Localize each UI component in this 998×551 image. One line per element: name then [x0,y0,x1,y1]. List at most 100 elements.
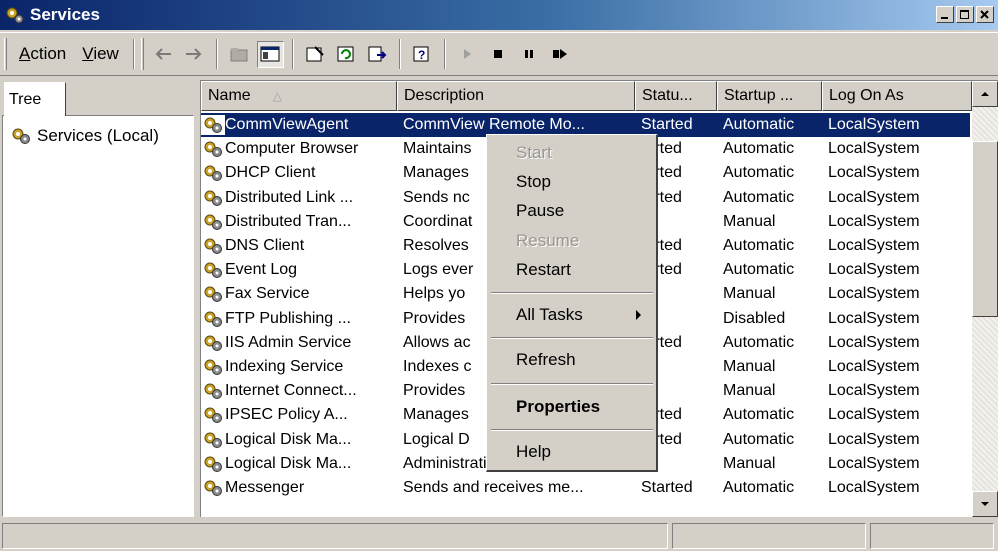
service-log-on-as: LocalSystem [822,113,970,138]
close-button[interactable] [976,6,994,23]
properties-icon[interactable] [302,41,329,68]
service-description: Sends and receives me... [403,478,584,496]
service-startup-type: Automatic [723,430,795,448]
menu-view[interactable]: View [74,40,127,68]
sort-arrow-icon: △ [272,89,282,103]
service-name: DNS Client [201,234,397,258]
service-startup-type: Automatic [723,237,795,255]
show-hide-tree-icon[interactable] [256,40,284,68]
restart-service-icon[interactable] [547,41,574,68]
service-name: IIS Admin Service [201,331,397,355]
service-startup-type: Automatic [723,164,795,182]
menu-item-stop[interactable]: Stop [487,168,655,196]
service-name: Indexing Service [201,355,397,379]
service-name: FTP Publishing ... [201,307,397,331]
column-header-name[interactable]: Name △ [201,81,397,111]
service-gear-icon [201,429,225,450]
window-title: Services [30,5,100,24]
menu-item-pause[interactable]: Pause [487,197,655,225]
service-name: Messenger [201,476,397,500]
context-menu: Start Stop Pause Resume Restart All Task… [486,134,658,472]
status-bar [0,519,998,551]
service-gear-icon [201,187,225,208]
service-log-on-as: LocalSystem [828,285,920,303]
menu-item-resume[interactable]: Resume [487,227,655,255]
service-gear-icon [201,477,225,498]
service-log-on-as: LocalSystem [828,478,920,496]
service-name: Logical Disk Ma... [201,428,397,452]
service-startup-type: Automatic [723,261,795,279]
service-startup-type: Automatic [723,406,795,424]
service-startup-type: Manual [723,212,776,230]
service-name: Internet Connect... [201,379,397,403]
service-log-on-as: LocalSystem [828,309,920,327]
service-name: Distributed Link ... [201,186,397,210]
service-startup-type: Automatic [723,478,795,496]
service-log-on-as: LocalSystem [828,164,920,182]
menu-item-refresh[interactable]: Refresh [487,346,655,374]
back-arrow-icon[interactable] [150,41,177,68]
toolbar-separator [398,39,401,69]
column-header-startup-type[interactable]: Startup ... [717,81,822,111]
menu-item-properties[interactable]: Properties [487,393,655,421]
service-name: Event Log [201,258,397,282]
forward-arrow-icon[interactable] [181,41,208,68]
service-name: IPSEC Policy A... [201,403,397,427]
toolbar-grip[interactable] [140,38,144,70]
service-log-on-as: LocalSystem [828,261,920,279]
table-row[interactable]: Messenger Sends and receives me... Started… [201,476,970,500]
menu-item-start[interactable]: Start [487,139,655,167]
service-gear-icon [201,332,225,353]
service-gear-icon [201,284,225,305]
stop-service-icon[interactable] [485,41,512,68]
service-startup-type: Manual [723,454,776,472]
toolbar-separator [443,39,446,69]
service-name: Computer Browser [201,137,397,161]
vertical-scrollbar[interactable] [972,81,998,517]
service-gear-icon [201,308,225,329]
start-service-icon[interactable] [454,41,481,68]
refresh-icon[interactable] [333,41,360,68]
menu-item-restart[interactable]: Restart [487,256,655,284]
scroll-up-button[interactable] [972,81,998,107]
service-log-on-as: LocalSystem [828,454,920,472]
service-name: DHCP Client [201,161,397,185]
export-list-icon[interactable] [364,41,391,68]
service-gear-icon [201,381,225,402]
menu-action[interactable]: Action [11,40,74,68]
service-gear-icon [201,211,225,232]
gears-icon [4,4,26,26]
service-startup-type: Automatic [723,188,795,206]
scroll-down-button[interactable] [972,491,998,517]
tree-node-services-local[interactable]: Services (Local) [9,126,159,146]
menu-item-all-tasks[interactable]: All Tasks [487,301,655,329]
status-panel [672,523,866,549]
menu-item-help[interactable]: Help [487,438,655,466]
service-startup-type: Manual [723,285,776,303]
service-log-on-as: LocalSystem [828,430,920,448]
service-log-on-as: LocalSystem [828,212,920,230]
service-log-on-as: LocalSystem [828,406,920,424]
service-gear-icon [201,260,225,281]
tab-tree[interactable]: Tree [4,82,66,116]
maximize-button[interactable] [956,6,974,23]
column-header-description[interactable]: Description [397,81,635,111]
svg-text:?: ? [418,48,425,62]
up-folder-icon[interactable] [226,41,253,68]
help-icon[interactable]: ? [409,41,436,68]
service-name: Logical Disk Ma... [201,452,397,476]
minimize-button[interactable] [936,6,954,23]
menu-separator [491,383,653,385]
submenu-arrow-icon [636,310,641,320]
title-bar[interactable]: Services [0,0,998,30]
service-log-on-as: LocalSystem [828,357,920,375]
menu-separator [491,337,653,339]
service-startup-type: Manual [723,357,776,375]
column-header-status[interactable]: Statu... [635,81,717,111]
scroll-thumb[interactable] [972,141,998,317]
toolbar-grip[interactable] [4,38,7,70]
service-gear-icon [201,453,225,474]
pause-service-icon[interactable] [516,41,543,68]
column-header-log-on-as[interactable]: Log On As [822,81,972,111]
service-log-on-as: LocalSystem [828,333,920,351]
